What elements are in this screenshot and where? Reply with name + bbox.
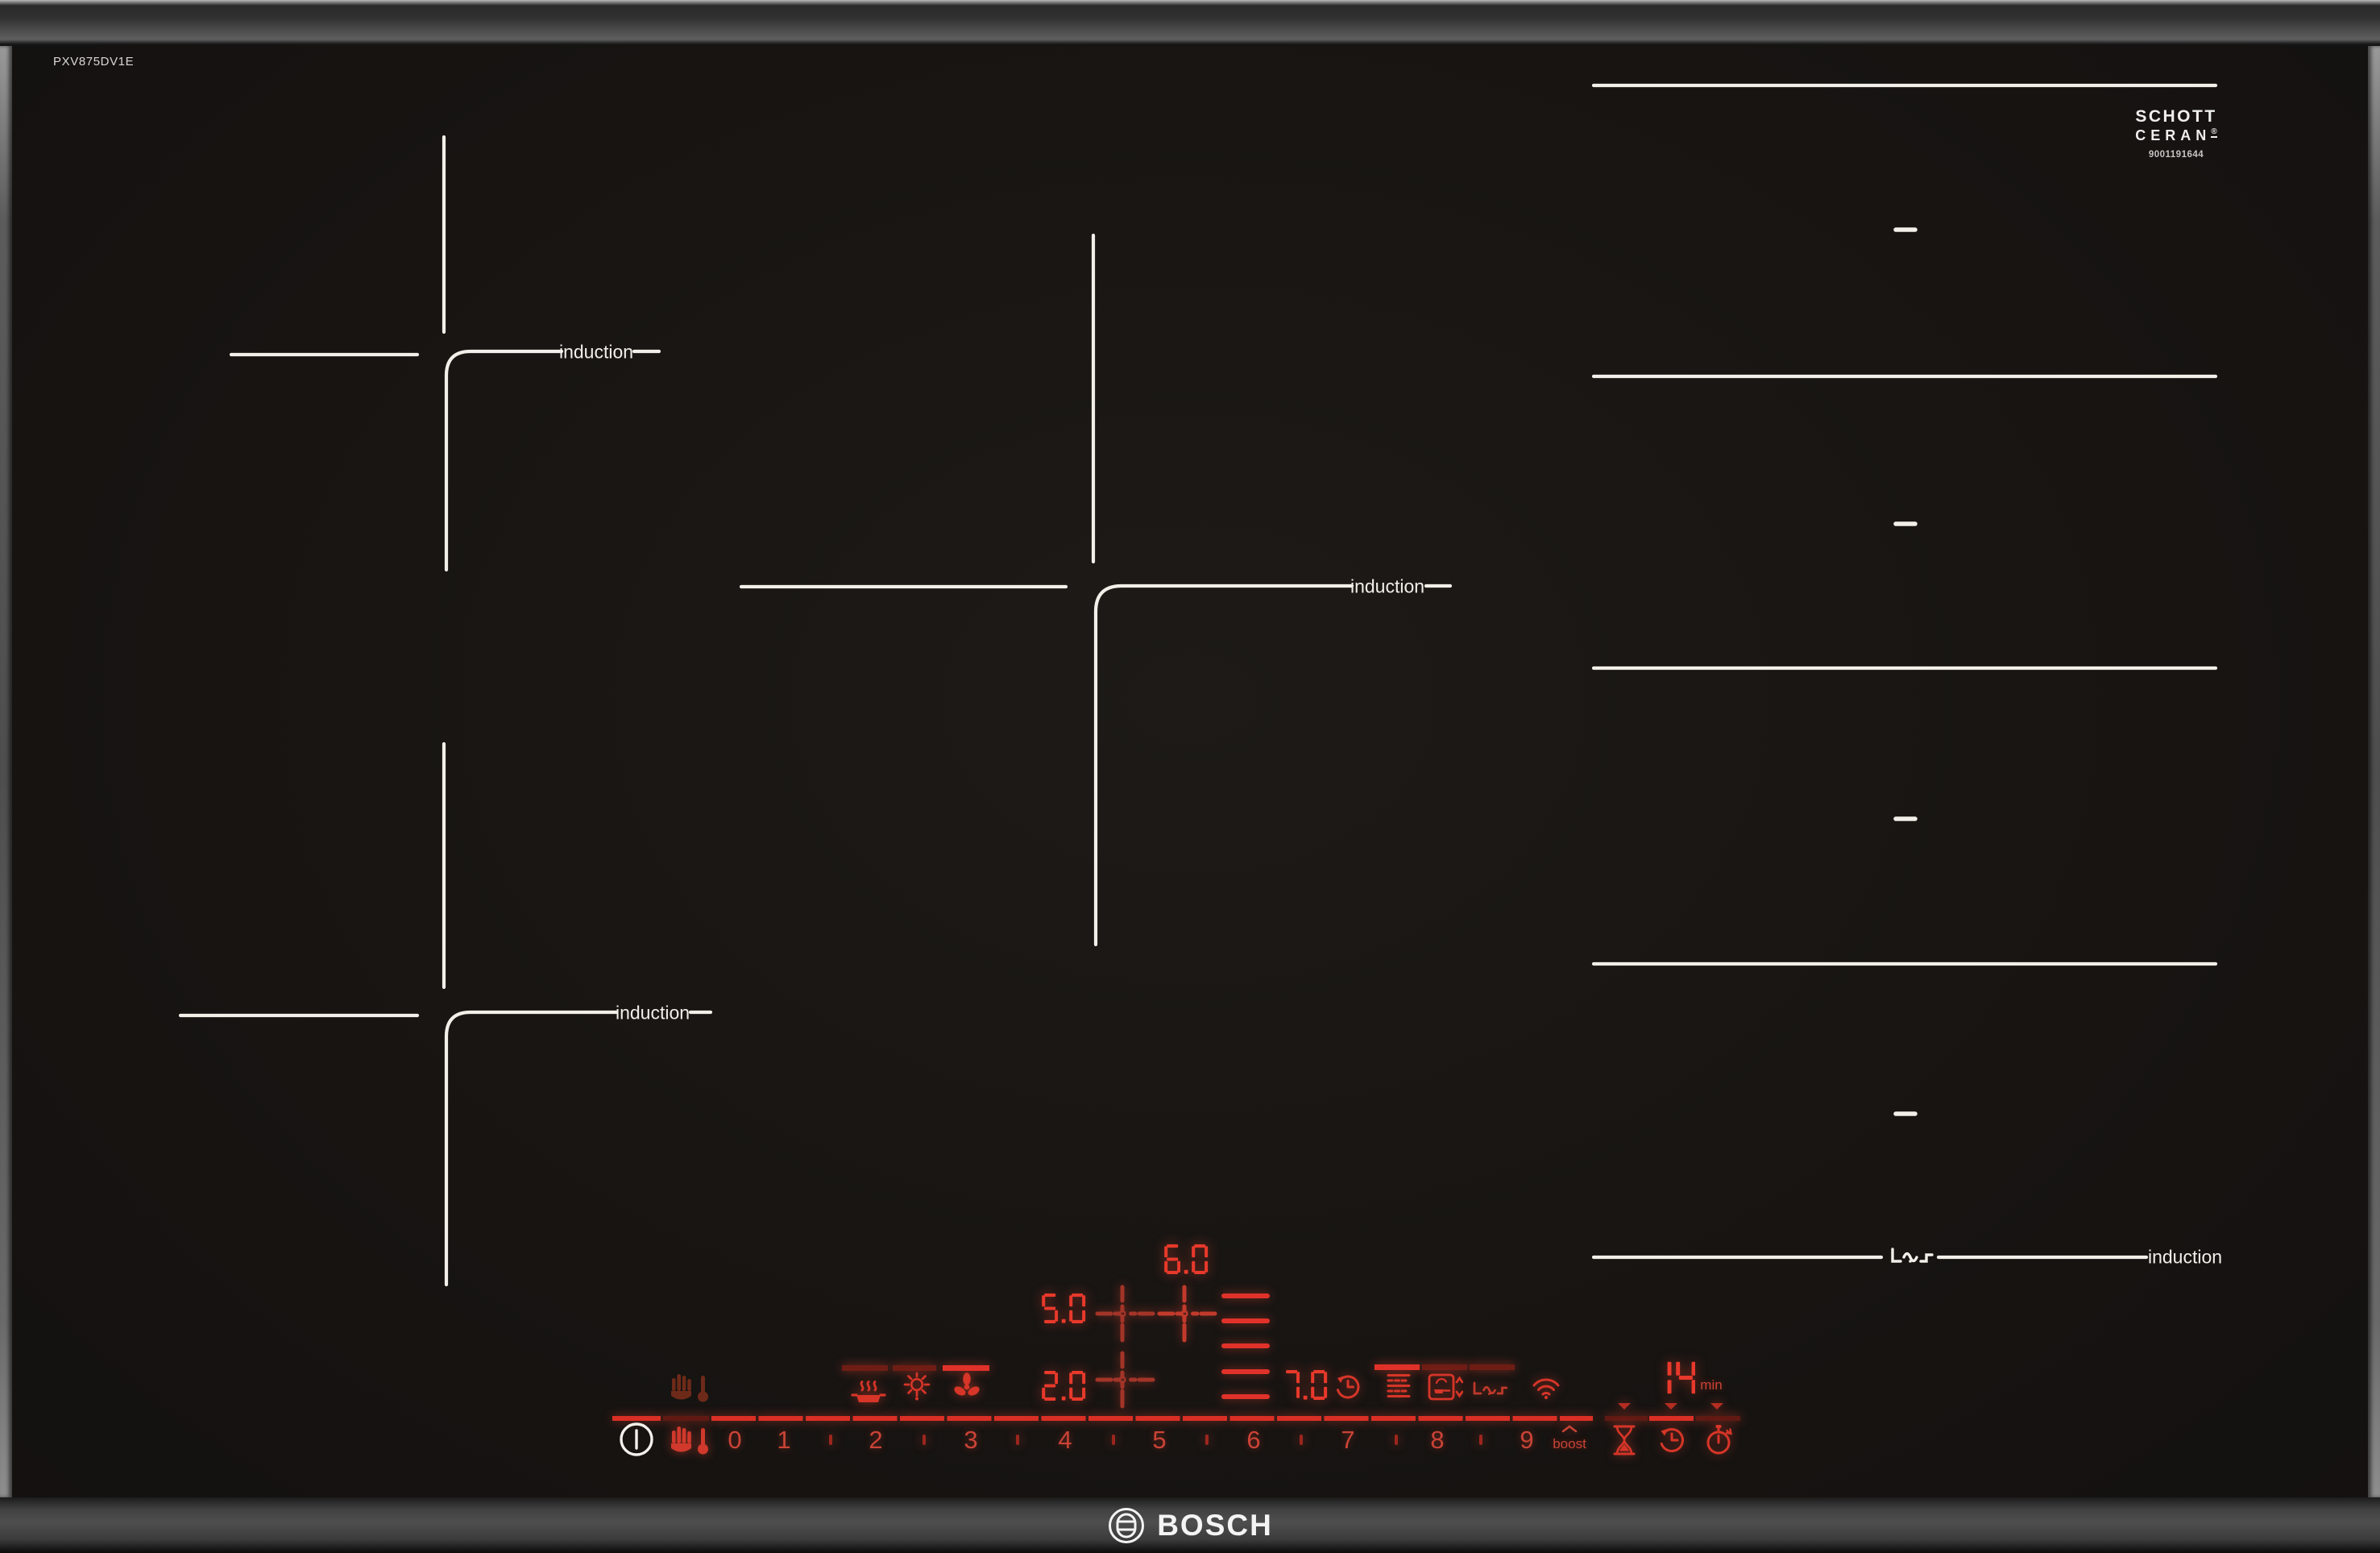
flex-level-bars [1221,1293,1270,1399]
light-icon[interactable] [901,1371,933,1403]
keep-warm-icon[interactable] [851,1372,886,1406]
zone-timer-icon[interactable] [1333,1372,1362,1401]
bosch-wordmark: BOSCH [1157,1508,1273,1542]
bottom-bezel-trim: BOSCH [0,1497,2380,1553]
bosch-armature-icon [1109,1507,1145,1543]
hourglass-timer-button[interactable] [1611,1424,1638,1456]
display-left-lower-level [1042,1371,1089,1401]
power-level-8[interactable]: 8 [1430,1426,1444,1455]
display-timer-value [1652,1360,1699,1396]
display-right-level [1283,1370,1331,1400]
levels-menu-icon[interactable] [1387,1373,1411,1399]
power-level-7[interactable]: 7 [1341,1426,1354,1455]
power-level-4[interactable]: 4 [1058,1426,1072,1455]
power-level-9[interactable]: 9 [1520,1426,1533,1455]
boost-chevron-icon [1561,1425,1578,1433]
clock-timer-button[interactable] [1656,1425,1687,1455]
child-lock-button[interactable] [667,1422,712,1458]
timer-unit-label: min [1700,1377,1723,1393]
timer-select-triangles [1618,1403,1723,1410]
stopwatch-button[interactable] [1703,1423,1734,1457]
power-level-2[interactable]: 2 [869,1426,882,1455]
zone-crosshair-left-lower [1095,1351,1155,1409]
pan-transfer-icon[interactable] [1428,1372,1463,1401]
fan-icon[interactable] [951,1371,983,1403]
boost-button[interactable]: boost [1553,1436,1586,1452]
display-left-upper-level [1042,1293,1089,1323]
zone-crosshair-left-upper [1095,1285,1155,1343]
flex-zone-icon[interactable] [1472,1381,1507,1398]
power-level-6[interactable]: 6 [1246,1426,1260,1455]
power-level-slider[interactable] [608,1410,1607,1460]
bosch-logo: BOSCH [1107,1506,1273,1545]
power-level-0[interactable]: 0 [728,1426,741,1455]
power-button[interactable] [618,1421,655,1458]
function-segment-bars-left [842,1365,989,1371]
residual-heat-indicator-icon [667,1370,712,1406]
wifi-icon[interactable] [1531,1375,1561,1401]
power-level-5[interactable]: 5 [1152,1426,1166,1455]
power-level-3[interactable]: 3 [964,1426,977,1455]
power-level-1[interactable]: 1 [777,1426,790,1455]
control-panel-linework [612,1285,1740,1445]
function-segment-bars-right [1375,1364,1515,1370]
display-rear-center-level [1164,1244,1212,1274]
cooktop-surface: PXV875DV1E SCHOTT CERAN® 9001191644 indu… [0,0,2380,1553]
zone-crosshair-rear-center [1157,1285,1217,1343]
